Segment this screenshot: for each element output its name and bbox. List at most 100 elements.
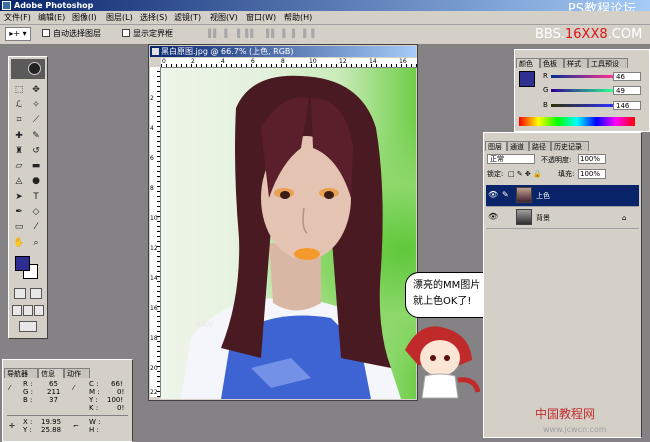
menu-help[interactable]: 帮助(H): [284, 12, 312, 23]
crosshair-icon: ✛: [9, 422, 15, 430]
tab-actions[interactable]: 动作: [64, 368, 90, 378]
info-h-label: H :: [89, 426, 99, 434]
hand-tool-icon[interactable]: ✋: [13, 237, 25, 249]
menu-edit[interactable]: 编辑(E): [38, 12, 65, 23]
tab-history[interactable]: 历史记录: [551, 141, 589, 151]
info-r-value: 65: [49, 380, 58, 388]
menu-window[interactable]: 窗口(W): [246, 12, 276, 23]
lock-buttons[interactable]: □ ✎ ✥ 🔒: [508, 170, 548, 178]
move-tool-icon[interactable]: ✥: [30, 84, 42, 96]
menu-file[interactable]: 文件(F): [4, 12, 31, 23]
notes-tool-icon[interactable]: ▭: [13, 221, 25, 233]
layer-thumbnail: [516, 209, 532, 225]
color-g-value[interactable]: 49: [613, 86, 641, 95]
tab-swatches[interactable]: 色板: [540, 58, 564, 68]
menu-image[interactable]: 图像(I): [72, 12, 97, 23]
align-buttons[interactable]: ▐▌▐ ▐▐▌ ▐▌▐ ▌▐▐: [205, 29, 316, 38]
bottom-logo: 中国教程网: [535, 407, 596, 421]
path-select-icon[interactable]: ➤: [13, 191, 25, 203]
info-y-value: 100!: [107, 396, 124, 404]
eraser-tool-icon[interactable]: ▱: [13, 160, 25, 172]
show-bounds-label: 显示定界框: [133, 29, 173, 38]
info-c-value: 66!: [111, 380, 123, 388]
info-panel: 导航器 信息 动作 ⁄ R : 65 G : 211 B : 37 ⁄ C : …: [2, 359, 133, 442]
dodge-tool-icon[interactable]: ●: [30, 175, 42, 187]
color-spectrum-bar[interactable]: [519, 117, 635, 126]
layer-row-color[interactable]: 👁 ✎ 上色: [486, 185, 639, 207]
ruler-h-label: 2: [191, 58, 195, 65]
brush-tool-icon[interactable]: ✎: [30, 130, 42, 142]
document-window[interactable]: 黑白原图.jpg @ 66.7% (上色, RGB) 0 2 4 6 8 10 …: [148, 44, 418, 401]
color-b-slider[interactable]: [551, 104, 613, 107]
layer-row-background[interactable]: 👁 背景 ⌂: [486, 207, 639, 229]
show-bounds-checkbox[interactable]: [122, 29, 130, 37]
healing-brush-icon[interactable]: ✚: [13, 130, 25, 142]
color-r-slider[interactable]: [551, 75, 613, 78]
tab-layers[interactable]: 图层: [485, 141, 507, 151]
fill-label: 填充:: [558, 170, 575, 178]
color-g-label: G: [543, 86, 549, 94]
screen-mode-full-menu-button[interactable]: [23, 305, 33, 316]
tab-navigator[interactable]: 导航器: [4, 368, 38, 378]
ruler-h-label: 8: [281, 58, 285, 65]
blur-tool-icon[interactable]: ◬: [13, 175, 25, 187]
crop-tool-icon[interactable]: ⌗: [13, 114, 25, 126]
shape-tool-icon[interactable]: ◇: [30, 206, 42, 218]
brush-link-icon[interactable]: ✎: [502, 190, 512, 200]
layer-visibility-eye-icon[interactable]: 👁: [488, 212, 498, 222]
layer-name[interactable]: 上色: [536, 192, 550, 200]
ruler-h-label: 6: [251, 58, 255, 65]
standard-mode-button[interactable]: [14, 288, 26, 299]
tool-preset-picker[interactable]: ▸+ ▾: [5, 27, 31, 41]
tab-info[interactable]: 信息: [38, 368, 64, 378]
color-r-value[interactable]: 46: [613, 72, 641, 81]
menu-select[interactable]: 选择(S): [140, 12, 167, 23]
color-b-value[interactable]: 146: [613, 101, 641, 110]
fill-input[interactable]: 100%: [578, 169, 606, 179]
layer-name[interactable]: 背景: [536, 214, 550, 222]
jump-to-imageready-button[interactable]: [19, 321, 37, 332]
vertical-ruler[interactable]: 2 4 6 8 10 12 14 16 18 20 22: [150, 67, 161, 397]
layer-thumbnail: [516, 187, 532, 203]
lock-icon: ⌂: [622, 214, 627, 222]
tab-color[interactable]: 颜色: [516, 58, 540, 68]
slice-tool-icon[interactable]: ⟋: [30, 114, 42, 126]
color-r-label: R: [543, 72, 548, 80]
canvas-photo[interactable]: baby: [161, 68, 416, 399]
panel-fg-swatch[interactable]: [519, 71, 535, 87]
magic-wand-tool-icon[interactable]: ✧: [30, 99, 42, 111]
tab-styles[interactable]: 样式: [564, 58, 588, 68]
clone-stamp-icon[interactable]: ♜: [13, 145, 25, 157]
adobe-online-icon[interactable]: [28, 62, 41, 75]
screen-mode-standard-button[interactable]: [12, 305, 22, 316]
screen-mode-full-button[interactable]: [34, 305, 44, 316]
title-bar: Adobe Photoshop PS教程论坛: [0, 0, 650, 17]
menu-filter[interactable]: 滤镜(T): [174, 12, 201, 23]
tab-channels[interactable]: 通道: [507, 141, 529, 151]
color-g-slider[interactable]: [551, 89, 613, 92]
gradient-tool-icon[interactable]: ▬: [30, 160, 42, 172]
color-b-label: B: [543, 101, 548, 109]
blend-mode-select[interactable]: 正常: [487, 154, 535, 164]
pen-tool-icon[interactable]: ✒: [13, 206, 25, 218]
menu-layer[interactable]: 图层(L): [106, 12, 133, 23]
lasso-tool-icon[interactable]: ℒ: [13, 99, 25, 111]
ruler-v-label: 10: [150, 215, 158, 222]
history-brush-icon[interactable]: ↺: [30, 145, 42, 157]
quickmask-mode-button[interactable]: [30, 288, 42, 299]
horizontal-ruler[interactable]: 0 2 4 6 8 10 12 14 16: [161, 58, 417, 68]
info-k-label: K :: [89, 404, 99, 412]
type-tool-icon[interactable]: T: [30, 191, 42, 203]
foreground-color-swatch[interactable]: [15, 256, 30, 271]
marquee-tool-icon[interactable]: ⬚: [13, 84, 25, 96]
layer-visibility-eye-icon[interactable]: 👁: [488, 190, 498, 200]
eyedropper-icon: ⁄: [9, 384, 11, 392]
auto-select-checkbox[interactable]: [42, 29, 50, 37]
menu-view[interactable]: 视图(V): [210, 12, 238, 23]
eyedropper-tool-icon[interactable]: ⁄: [30, 221, 42, 233]
opacity-input[interactable]: 100%: [578, 154, 606, 164]
tab-tool-presets[interactable]: 工具预设: [588, 58, 628, 68]
document-title-bar[interactable]: 黑白原图.jpg @ 66.7% (上色, RGB): [150, 46, 416, 57]
tab-paths[interactable]: 路径: [529, 141, 551, 151]
zoom-tool-icon[interactable]: ⌕: [30, 237, 42, 249]
